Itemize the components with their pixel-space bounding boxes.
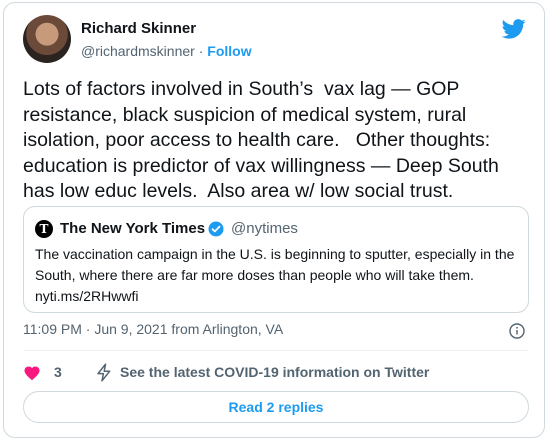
tweet-timestamp[interactable]: 11:09 PM · Jun 9, 2021 from Arlington, V… bbox=[23, 321, 283, 337]
avatar[interactable] bbox=[23, 15, 71, 63]
lightning-icon bbox=[97, 363, 111, 382]
covid-info-link[interactable]: See the latest COVID-19 information on T… bbox=[120, 364, 429, 380]
divider bbox=[23, 350, 529, 351]
quoted-author-handle: @nytimes bbox=[231, 220, 298, 237]
author-handle-line: @richardmskinner · Follow bbox=[81, 43, 252, 59]
verified-badge-icon bbox=[208, 221, 224, 237]
read-replies-button[interactable]: Read 2 replies bbox=[23, 391, 529, 423]
author-handle[interactable]: @richardmskinner bbox=[81, 43, 195, 59]
follow-button[interactable]: Follow bbox=[207, 43, 251, 59]
info-icon[interactable] bbox=[509, 323, 525, 339]
author-name[interactable]: Richard Skinner bbox=[81, 20, 196, 37]
quoted-tweet[interactable]: T The New York Times @nytimes The vaccin… bbox=[23, 206, 529, 313]
like-count[interactable]: 3 bbox=[54, 364, 62, 380]
tweet-card[interactable]: Richard Skinner @richardmskinner · Follo… bbox=[3, 2, 545, 438]
handle-separator: · bbox=[194, 43, 208, 59]
quoted-author-name: The New York Times bbox=[60, 220, 206, 237]
quoted-tweet-text: The vaccination campaign in the U.S. is … bbox=[35, 246, 515, 304]
heart-icon[interactable] bbox=[23, 364, 41, 382]
bird-icon[interactable] bbox=[502, 19, 526, 39]
tweet-text: Lots of factors involved in South’s vax … bbox=[23, 78, 505, 202]
nyt-logo-icon: T bbox=[35, 220, 53, 238]
